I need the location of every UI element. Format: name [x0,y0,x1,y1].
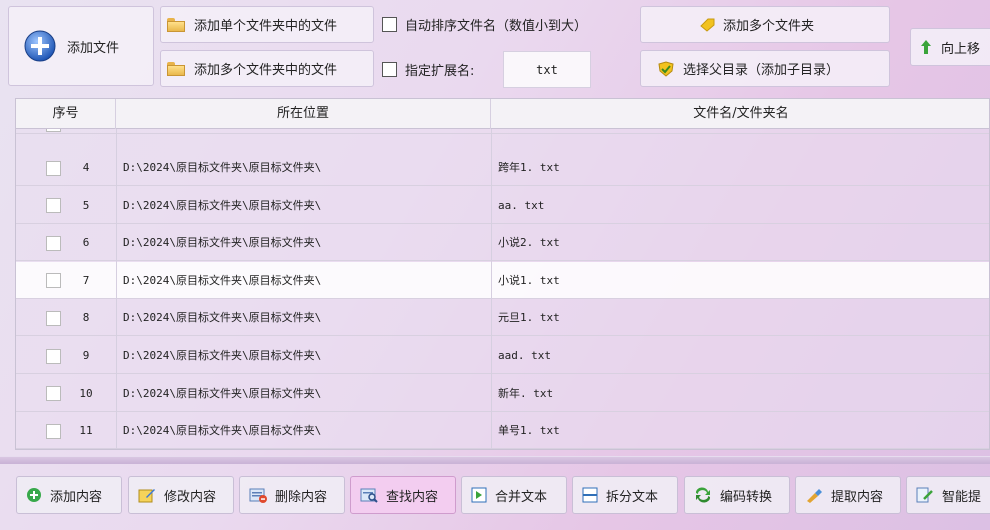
row-index: 7 [82,273,90,287]
arrow-up-icon [921,40,931,54]
row-name: 小说1. txt [498,273,560,287]
row-location: D:\2024\原目标文件夹\原目标文件夹\ [123,161,322,174]
row-checkbox[interactable] [46,198,61,214]
specify-ext-label: 指定扩展名: [405,63,475,79]
file-table: 序号 所在位置 文件名/文件夹名 3 D:\2024\原目标文件夹\原目标文件夹… [15,98,990,450]
row-index: 10 [79,386,93,400]
add-content-button[interactable]: 添加内容 [16,476,122,514]
table-row[interactable]: 11 D:\2024\原目标文件夹\原目标文件夹\ 单号1. txt [16,412,989,449]
add-content-label: 添加内容 [50,489,103,505]
row-checkbox[interactable] [46,386,61,402]
encoding-convert-button[interactable]: 编码转换 [684,476,790,514]
splitter[interactable] [0,456,990,464]
header-name[interactable]: 文件名/文件夹名 [491,99,989,129]
row-location: D:\2024\原目标文件夹\原目标文件夹\ [123,198,322,212]
move-up-label: 向上移 [941,41,981,57]
add-multi-folder-files-label: 添加多个文件夹中的文件 [194,63,338,78]
split-text-label: 拆分文本 [606,489,659,505]
edit-content-button[interactable]: 修改内容 [128,476,234,514]
header-location[interactable]: 所在位置 [116,99,491,129]
row-name: 元旦1. txt [498,311,560,325]
row-name: 单号1. txt [498,424,560,438]
check-shield-icon [657,60,675,77]
tag-icon [699,18,715,32]
auto-sort-label: 自动排序文件名（数值小到大） [405,18,588,34]
row-location: D:\2024\原目标文件夹\原目标文件夹\ [123,236,322,250]
row-index: 5 [82,198,90,212]
table-row[interactable]: 7 D:\2024\原目标文件夹\原目标文件夹\ 小说1. txt [16,261,989,299]
row-checkbox[interactable] [46,423,61,439]
find-content-label: 查找内容 [386,489,439,505]
table-row[interactable]: 5 D:\2024\原目标文件夹\原目标文件夹\ aa. txt [16,187,989,224]
row-location: D:\2024\原目标文件夹\原目标文件夹\ [123,311,322,325]
add-file-label: 添加文件 [67,40,120,56]
row-name: aa. txt [498,198,545,212]
row-name: 跨年1. txt [498,161,560,174]
edit-content-label: 修改内容 [164,489,217,505]
extract-content-button[interactable]: 提取内容 [795,476,901,514]
table-row[interactable]: 9 D:\2024\原目标文件夹\原目标文件夹\ aad. txt [16,337,989,374]
move-up-button[interactable]: 向上移 [910,28,990,66]
plus-circle-icon [23,29,57,63]
folder-icon [167,61,185,76]
row-checkbox[interactable] [46,348,61,364]
plus-circle-icon [26,487,42,503]
row-checkbox[interactable] [46,160,61,176]
specify-ext-checkbox[interactable]: 指定扩展名: [382,57,474,81]
header-index[interactable]: 序号 [16,99,116,129]
checkbox-box[interactable] [382,16,397,32]
smart-extract-button[interactable]: 智能提 [906,476,990,514]
row-name: 小说2. txt [498,236,560,250]
encoding-convert-label: 编码转换 [720,489,773,505]
row-location: D:\2024\原目标文件夹\原目标文件夹\ [123,273,322,287]
row-location: D:\2024\原目标文件夹\原目标文件夹\ [123,349,322,362]
edit-icon [138,487,156,503]
merge-icon [471,487,487,503]
row-checkbox[interactable] [46,235,61,251]
ext-input[interactable]: txt [503,51,591,88]
add-multi-folders-label: 添加多个文件夹 [723,19,815,34]
add-single-folder-files-label: 添加单个文件夹中的文件 [194,19,338,34]
split-text-button[interactable]: 拆分文本 [572,476,678,514]
delete-content-button[interactable]: 删除内容 [239,476,345,514]
split-icon [582,487,598,503]
add-multi-folders-button[interactable]: 添加多个文件夹 [640,6,890,43]
folder-icon [167,17,185,32]
column-divider [491,129,492,449]
row-index: 6 [82,236,90,250]
extract-icon [805,487,823,503]
row-checkbox[interactable] [46,273,61,289]
select-parent-dir-label: 选择父目录（添加子目录） [683,63,840,78]
table-row[interactable]: 10 D:\2024\原目标文件夹\原目标文件夹\ 新年. txt [16,375,989,412]
extract-content-label: 提取内容 [831,489,884,505]
smart-extract-label: 智能提 [942,489,982,505]
auto-sort-checkbox[interactable]: 自动排序文件名（数值小到大） [382,12,587,36]
row-index: 4 [82,161,90,174]
merge-text-button[interactable]: 合并文本 [461,476,567,514]
delete-content-label: 删除内容 [275,489,328,505]
table-row[interactable]: 8 D:\2024\原目标文件夹\原目标文件夹\ 元旦1. txt [16,299,989,337]
smart-extract-icon [916,487,934,503]
row-index: 11 [79,424,93,438]
row-name: 新年. txt [498,386,554,400]
find-content-button[interactable]: 查找内容 [350,476,456,514]
row-index: 8 [82,311,90,325]
column-divider [116,129,117,449]
add-file-button[interactable]: 添加文件 [8,6,154,86]
checkbox-box[interactable] [382,61,397,77]
merge-text-label: 合并文本 [495,489,548,505]
select-parent-dir-button[interactable]: 选择父目录（添加子目录） [640,50,890,87]
row-location: D:\2024\原目标文件夹\原目标文件夹\ [123,386,322,400]
row-name: aad. txt [498,349,551,362]
table-row[interactable]: 6 D:\2024\原目标文件夹\原目标文件夹\ 小说2. txt [16,224,989,262]
add-multi-folder-files-button[interactable]: 添加多个文件夹中的文件 [160,50,374,87]
find-icon [360,487,378,503]
convert-icon [694,487,712,503]
row-checkbox[interactable] [46,310,61,326]
row-index: 9 [82,349,90,362]
add-single-folder-files-button[interactable]: 添加单个文件夹中的文件 [160,6,374,43]
delete-icon [249,487,267,503]
table-row[interactable]: 4 D:\2024\原目标文件夹\原目标文件夹\ 跨年1. txt [16,149,989,186]
row-location: D:\2024\原目标文件夹\原目标文件夹\ [123,424,322,438]
